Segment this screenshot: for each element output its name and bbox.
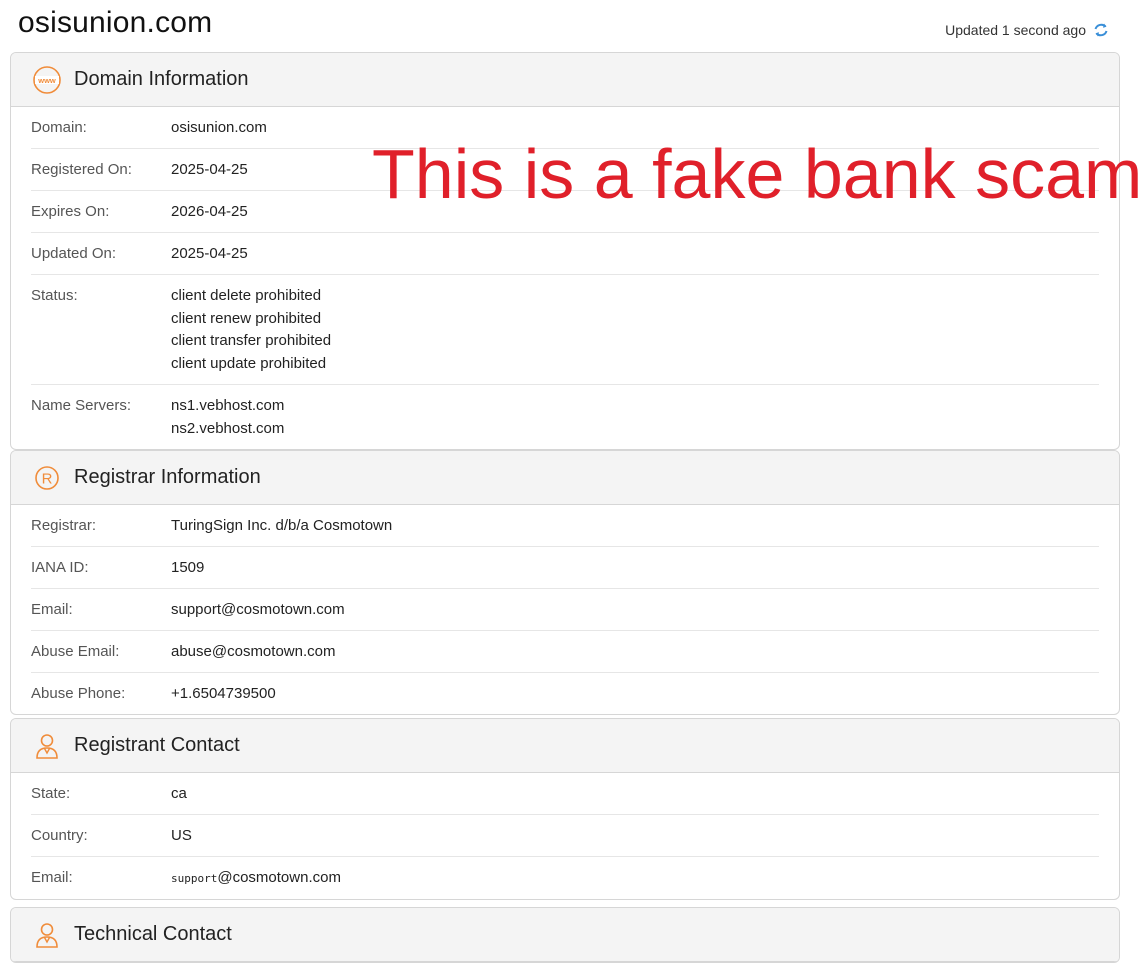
name-server-value: ns1.vebhost.com bbox=[171, 397, 285, 414]
state-value: ca bbox=[171, 785, 187, 802]
registrant-email-prefix: support bbox=[171, 872, 218, 885]
registrant-email-row: Email: support@cosmotown.com bbox=[31, 857, 1099, 899]
status-values: client delete prohibited client renew pr… bbox=[171, 285, 331, 375]
updated-on-label: Updated On: bbox=[31, 245, 117, 262]
expires-on-value: 2026-04-25 bbox=[171, 203, 248, 220]
registered-icon: R bbox=[32, 463, 62, 493]
svg-text:www: www bbox=[37, 76, 56, 85]
iana-id-value: 1509 bbox=[171, 559, 205, 576]
name-server-value: ns2.vebhost.com bbox=[171, 419, 285, 437]
updated-text: Updated 1 second ago bbox=[945, 22, 1086, 38]
technical-contact-header: Technical Contact bbox=[11, 908, 1119, 962]
domain-information-header: www Domain Information bbox=[11, 53, 1119, 107]
domain-label: Domain: bbox=[31, 119, 87, 136]
person-icon bbox=[32, 920, 62, 950]
state-row: State: ca bbox=[31, 773, 1099, 815]
name-servers-row: Name Servers: ns1.vebhost.com ns2.vebhos… bbox=[31, 385, 1099, 449]
registrar-email-row: Email: support@cosmotown.com bbox=[31, 589, 1099, 631]
registrar-row: Registrar: TuringSign Inc. d/b/a Cosmoto… bbox=[31, 505, 1099, 547]
abuse-email-row: Abuse Email: abuse@cosmotown.com bbox=[31, 631, 1099, 673]
registrant-contact-card: Registrant Contact State: ca Country: US… bbox=[10, 718, 1120, 900]
page-title: osisunion.com bbox=[18, 6, 213, 39]
name-servers-label: Name Servers: bbox=[31, 397, 132, 414]
status-value: client delete prohibited bbox=[171, 287, 322, 304]
status-value: client renew prohibited bbox=[171, 309, 322, 327]
status-value: client update prohibited bbox=[171, 354, 327, 372]
abuse-email-value: abuse@cosmotown.com bbox=[171, 643, 336, 660]
abuse-phone-label: Abuse Phone: bbox=[31, 685, 126, 702]
registrar-information-card: R Registrar Information Registrar: Turin… bbox=[10, 450, 1120, 715]
registrant-contact-title: Registrant Contact bbox=[74, 734, 240, 756]
abuse-phone-row: Abuse Phone: +1.6504739500 bbox=[31, 673, 1099, 714]
expires-on-label: Expires On: bbox=[31, 203, 110, 220]
country-value: US bbox=[171, 827, 192, 844]
registered-on-value: 2025-04-25 bbox=[171, 161, 248, 178]
registrar-information-header: R Registrar Information bbox=[11, 451, 1119, 505]
registrar-information-title: Registrar Information bbox=[74, 466, 261, 488]
registrant-contact-header: Registrant Contact bbox=[11, 719, 1119, 773]
abuse-phone-value: +1.6504739500 bbox=[171, 685, 276, 702]
updated-status: Updated 1 second ago bbox=[945, 21, 1110, 39]
status-value: client transfer prohibited bbox=[171, 332, 332, 349]
registrar-email-value: support@cosmotown.com bbox=[171, 601, 345, 618]
domain-value: osisunion.com bbox=[171, 119, 267, 136]
domain-information-title: Domain Information bbox=[74, 68, 249, 90]
iana-id-label: IANA ID: bbox=[31, 559, 89, 576]
refresh-icon[interactable] bbox=[1092, 21, 1110, 39]
domain-information-card: www Domain Information Domain: osisunion… bbox=[10, 52, 1120, 450]
registrant-email-value: support@cosmotown.com bbox=[171, 867, 341, 890]
name-servers-values: ns1.vebhost.com ns2.vebhost.com bbox=[171, 395, 284, 440]
registrant-email-suffix: @cosmotown.com bbox=[217, 869, 341, 886]
iana-id-row: IANA ID: 1509 bbox=[31, 547, 1099, 589]
state-label: State: bbox=[31, 785, 71, 802]
technical-contact-card: Technical Contact bbox=[10, 907, 1120, 963]
status-label: Status: bbox=[31, 287, 78, 304]
www-icon: www bbox=[32, 65, 62, 95]
abuse-email-label: Abuse Email: bbox=[31, 643, 120, 660]
warning-overlay-text: This is a fake bank scam bbox=[372, 135, 1140, 213]
technical-contact-title: Technical Contact bbox=[74, 923, 232, 945]
registrar-email-label: Email: bbox=[31, 601, 73, 618]
registrar-value: TuringSign Inc. d/b/a Cosmotown bbox=[171, 517, 393, 534]
updated-on-value: 2025-04-25 bbox=[171, 245, 248, 262]
registrant-email-label: Email: bbox=[31, 869, 73, 886]
svg-text:R: R bbox=[42, 470, 53, 487]
person-icon bbox=[32, 731, 62, 761]
country-label: Country: bbox=[31, 827, 88, 844]
updated-on-row: Updated On: 2025-04-25 bbox=[31, 233, 1099, 275]
registered-on-label: Registered On: bbox=[31, 161, 132, 178]
status-row: Status: client delete prohibited client … bbox=[31, 275, 1099, 385]
country-row: Country: US bbox=[31, 815, 1099, 857]
registrar-label: Registrar: bbox=[31, 517, 97, 534]
